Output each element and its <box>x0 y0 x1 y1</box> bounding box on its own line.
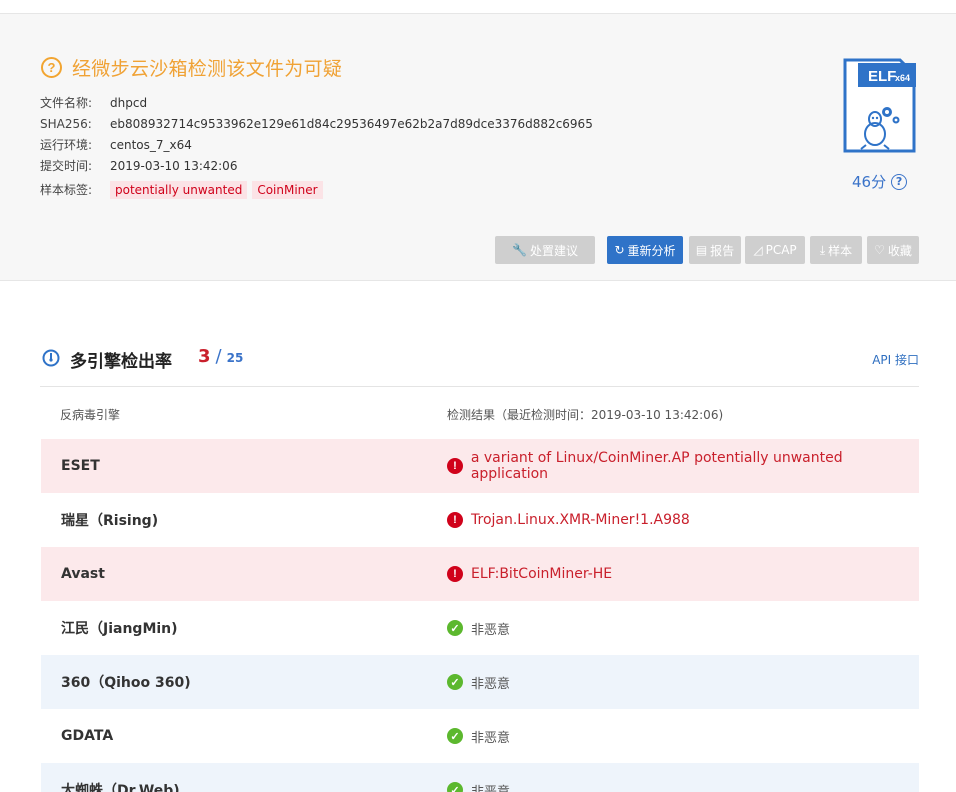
check-icon: ✓ <box>447 782 463 792</box>
info-row-submit-time: 提交时间: 2019-03-10 13:42:06 <box>40 155 593 176</box>
result-text: a variant of Linux/CoinMiner.AP potentia… <box>470 450 843 482</box>
table-row: GDATA ✓ 非恶意 <box>41 709 919 763</box>
total-engines: 25 <box>226 351 244 365</box>
engine-name: 360（Qihoo 360) <box>61 675 191 691</box>
score-value: 46分 <box>852 173 887 191</box>
result-text: Trojan.Linux.XMR-Miner!1.A988 <box>471 512 690 528</box>
detection-rate: 3/ 25 <box>198 346 243 367</box>
result-text: 非恶意 <box>471 730 511 746</box>
verdict-text: 经微步云沙箱检测该文件为可疑 <box>72 58 343 80</box>
alert-icon: ! <box>447 566 463 582</box>
table-row: Avast ! ELF:BitCoinMiner-HE <box>41 547 919 601</box>
alert-icon: ! <box>447 458 463 474</box>
advice-label: 处置建议 <box>529 243 578 258</box>
info-label: 运行环境: <box>40 138 93 152</box>
detection-result: ! a variant of Linux/CoinMiner.AP potent… <box>447 450 919 482</box>
advice-button[interactable]: 🔧 处置建议 <box>495 236 595 264</box>
question-circle-icon: ? <box>41 57 62 78</box>
info-label: 样本标签: <box>40 183 93 197</box>
table-row: 江民（JiangMin) ✓ 非恶意 <box>41 601 919 655</box>
environment-value: centos_7_x64 <box>110 137 192 152</box>
result-text: 非恶意 <box>471 784 511 792</box>
verdict: ? 经微步云沙箱检测该文件为可疑 <box>41 54 342 81</box>
api-link[interactable]: API 接口 <box>872 351 919 368</box>
info-label: 提交时间: <box>40 159 93 173</box>
arch-label: x64 <box>895 73 910 83</box>
detection-table: ESET ! a variant of Linux/CoinMiner.AP p… <box>41 439 919 792</box>
engine-name: Avast <box>61 566 105 582</box>
result-text: 非恶意 <box>471 622 511 638</box>
result-text: ELF:BitCoinMiner-HE <box>471 566 613 582</box>
report-icon: ▤ <box>695 243 708 257</box>
submit-time-value: 2019-03-10 13:42:06 <box>110 158 238 173</box>
heart-icon: ♡ <box>874 243 885 257</box>
file-name-value: dhpcd <box>110 95 148 110</box>
report-button[interactable]: ▤ 报告 <box>689 236 741 264</box>
multi-engine-header: 多引擎检出率 3/ 25 API 接口 <box>40 345 919 387</box>
engine-name: 大蜘蛛（Dr.Web) <box>61 783 180 792</box>
pcap-icon: ◿ <box>753 243 763 257</box>
rate-slash: / <box>215 346 222 367</box>
detection-result: ✓ 非恶意 <box>447 619 510 638</box>
engine-name: 江民（JiangMin) <box>61 621 178 637</box>
file-info: 文件名称: dhpcd SHA256: eb808932714c9533962e… <box>40 92 593 200</box>
detection-result: ! ELF:BitCoinMiner-HE <box>447 566 612 582</box>
engine-name: 瑞星（Rising) <box>61 513 159 529</box>
check-icon: ✓ <box>447 620 463 636</box>
action-bar: 🔧 处置建议 ↻ 重新分析 ▤ 报告 ◿ PCAP ⤓ 样本 ♡ 收藏 <box>0 236 956 264</box>
threat-score: 46分 ? <box>852 171 908 192</box>
elf-file-icon: ELF x64 <box>843 58 916 153</box>
tag-coinminer[interactable]: CoinMiner <box>252 180 323 199</box>
detection-result: ✓ 非恶意 <box>447 781 510 792</box>
section-title: 多引擎检出率 <box>70 352 172 372</box>
sample-label: 样本 <box>828 243 853 258</box>
info-label: 文件名称: <box>40 96 93 110</box>
engine-name: GDATA <box>61 728 114 744</box>
detection-result: ✓ 非恶意 <box>447 727 510 746</box>
refresh-icon: ↻ <box>614 243 625 257</box>
pcap-button[interactable]: ◿ PCAP <box>745 236 805 264</box>
wrench-icon: 🔧 <box>512 243 527 257</box>
elf-label: ELF <box>868 68 896 85</box>
gauge-icon <box>42 349 60 367</box>
info-label: SHA256: <box>40 116 92 131</box>
score-help-icon[interactable]: ? <box>891 173 908 190</box>
reanalyze-label: 重新分析 <box>627 243 676 258</box>
sample-download-button[interactable]: ⤓ 样本 <box>810 236 862 264</box>
sha256-value: eb808932714c9533962e129e61d84c29536497e6… <box>110 116 593 131</box>
alert-icon: ! <box>447 512 463 528</box>
check-icon: ✓ <box>447 728 463 744</box>
detected-count: 3 <box>198 346 211 367</box>
detection-result: ! Trojan.Linux.XMR-Miner!1.A988 <box>447 512 690 528</box>
column-header-result: 检测结果（最近检测时间：2019-03-10 13:42:06) <box>447 408 724 422</box>
tag-potentially-unwanted[interactable]: potentially unwanted <box>110 180 248 199</box>
pcap-label: PCAP <box>765 243 797 257</box>
table-row: 瑞星（Rising) ! Trojan.Linux.XMR-Miner!1.A9… <box>41 493 919 547</box>
reanalyze-button[interactable]: ↻ 重新分析 <box>607 236 683 264</box>
result-text: 非恶意 <box>471 676 511 692</box>
table-row: 360（Qihoo 360) ✓ 非恶意 <box>41 655 919 709</box>
table-row: ESET ! a variant of Linux/CoinMiner.AP p… <box>41 439 919 493</box>
check-icon: ✓ <box>447 674 463 690</box>
info-row-sha256: SHA256: eb808932714c9533962e129e61d84c29… <box>40 113 593 134</box>
info-row-tags: 样本标签: potentially unwanted CoinMiner <box>40 179 593 200</box>
table-row: 大蜘蛛（Dr.Web) ✓ 非恶意 <box>41 763 919 792</box>
download-icon: ⤓ <box>819 242 826 257</box>
info-row-environment: 运行环境: centos_7_x64 <box>40 134 593 155</box>
detection-result: ✓ 非恶意 <box>447 673 510 692</box>
report-label: 报告 <box>710 243 735 258</box>
info-row-filename: 文件名称: dhpcd <box>40 92 593 113</box>
favorite-label: 收藏 <box>887 243 912 258</box>
favorite-button[interactable]: ♡ 收藏 <box>867 236 919 264</box>
file-summary-panel: ? 经微步云沙箱检测该文件为可疑 文件名称: dhpcd SHA256: eb8… <box>0 13 956 281</box>
engine-name: ESET <box>61 458 100 474</box>
column-header-engine: 反病毒引擎 <box>60 408 121 422</box>
